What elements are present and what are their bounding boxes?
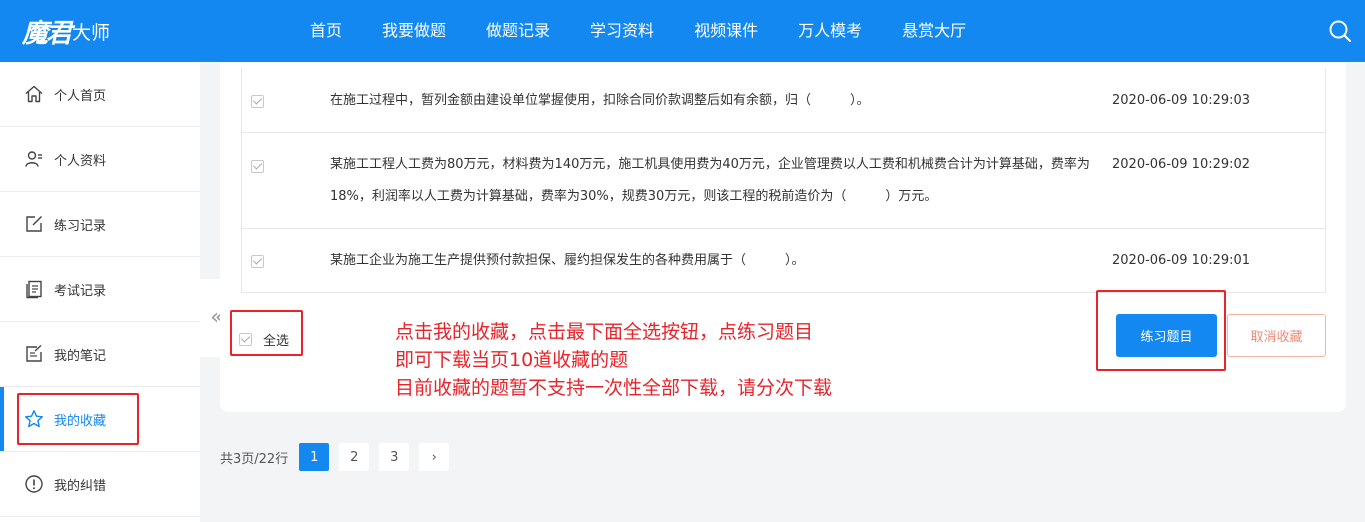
annotation-line: 目前收藏的题暂不支持一次性全部下载，请分次下载 <box>395 377 833 399</box>
nav-home[interactable]: 首页 <box>290 0 362 62</box>
page-button-1[interactable]: 1 <box>299 443 330 471</box>
sidebar-item-practice-records[interactable]: 练习记录 <box>0 192 200 257</box>
favorite-time: 2020-06-09 10:29:01 <box>1112 253 1251 268</box>
select-all-box[interactable] <box>239 333 252 346</box>
cancel-favorite-button[interactable]: 取消收藏 <box>1227 314 1326 357</box>
main-nav: 首页 我要做题 做题记录 学习资料 视频课件 万人模考 悬赏大厅 <box>290 0 986 62</box>
nav-bounty-hall[interactable]: 悬赏大厅 <box>882 0 986 62</box>
nav-video-courses[interactable]: 视频课件 <box>674 0 778 62</box>
question-text[interactable]: 某施工工程人工费为80万元，材料费为140万元，施工机具使用费为40万元，企业管… <box>330 149 1090 213</box>
favorite-time: 2020-06-09 10:29:03 <box>1112 93 1251 108</box>
sidebar-item-profile[interactable]: 个人资料 <box>0 127 200 192</box>
star-icon <box>24 409 44 429</box>
table-row: 某施工工程人工费为80万元，材料费为140万元，施工机具使用费为40万元，企业管… <box>242 133 1325 229</box>
practice-questions-button[interactable]: 练习题目 <box>1116 314 1217 357</box>
logo-brush-text: 魔君 <box>22 18 72 49</box>
sidebar-item-label: 我的笔记 <box>54 348 107 364</box>
nav-mock-exam[interactable]: 万人模考 <box>778 0 882 62</box>
sidebar-item-label: 个人首页 <box>54 88 107 104</box>
annotation-text: 点击我的收藏，点击最下面全选按钮，点练习题目 即可下载当页10道收藏的题 目前收… <box>395 318 832 402</box>
sidebar-item-label: 练习记录 <box>54 218 107 234</box>
user-profile-icon <box>24 149 44 169</box>
alert-circle-icon <box>24 474 44 494</box>
question-text[interactable]: 在施工过程中，暂列金额由建设单位掌握使用，扣除合同价款调整后如有余额，归（ ）。 <box>330 85 1090 117</box>
table-row: 某施工企业为施工生产提供预付款担保、履约担保发生的各种费用属于（ ）。 2020… <box>242 229 1325 293</box>
sidebar-item-label: 我的纠错 <box>54 478 107 494</box>
sidebar-item-favorites[interactable]: 我的收藏 <box>0 387 200 452</box>
sidebar-item-home[interactable]: 个人首页 <box>0 62 200 127</box>
logo[interactable]: 魔君 大师 <box>22 14 111 49</box>
sidebar-item-label: 考试记录 <box>54 283 107 299</box>
home-icon <box>24 84 44 104</box>
select-all-label: 全选 <box>263 334 290 349</box>
note-icon <box>24 344 44 364</box>
nav-question-records[interactable]: 做题记录 <box>466 0 570 62</box>
double-chevron-left-icon: « <box>210 305 224 330</box>
document-icon <box>24 279 44 299</box>
row-checkbox[interactable] <box>251 95 264 108</box>
top-header: 魔君 大师 首页 我要做题 做题记录 学习资料 视频课件 万人模考 悬赏大厅 <box>0 0 1365 62</box>
question-text[interactable]: 某施工企业为施工生产提供预付款担保、履约担保发生的各种费用属于（ ）。 <box>330 245 1090 277</box>
search-icon[interactable] <box>1328 19 1352 43</box>
sidebar-item-corrections[interactable]: 我的纠错 <box>0 452 200 517</box>
annotation-line: 点击我的收藏，点击最下面全选按钮，点练习题目 <box>395 321 814 343</box>
sidebar: 个人首页 个人资料 练习记录 考试记录 我的笔记 我的收藏 我的纠错 <box>0 62 200 522</box>
sidebar-item-exam-records[interactable]: 考试记录 <box>0 257 200 322</box>
nav-do-questions[interactable]: 我要做题 <box>362 0 466 62</box>
sidebar-item-label: 个人资料 <box>54 153 107 169</box>
pagination: 共3页/22行 1 2 3 › <box>220 443 459 471</box>
next-page-chevron-icon[interactable]: › <box>419 443 450 471</box>
favorite-time: 2020-06-09 10:29:02 <box>1112 157 1251 172</box>
row-checkbox[interactable] <box>251 255 264 268</box>
page-button-3[interactable]: 3 <box>379 443 410 471</box>
select-all-checkbox[interactable]: 全选 <box>239 330 289 349</box>
row-checkbox[interactable] <box>251 160 264 173</box>
sidebar-item-label: 我的收藏 <box>54 413 107 429</box>
favorites-table: 在施工过程中，暂列金额由建设单位掌握使用，扣除合同价款调整后如有余额，归（ ）。… <box>241 68 1326 293</box>
table-row: 在施工过程中，暂列金额由建设单位掌握使用，扣除合同价款调整后如有余额，归（ ）。… <box>242 68 1325 133</box>
edit-square-icon <box>24 214 44 234</box>
pagination-total: 共3页/22行 <box>220 451 289 467</box>
logo-text: 大师 <box>72 21 111 44</box>
sidebar-item-notes[interactable]: 我的笔记 <box>0 322 200 387</box>
nav-study-materials[interactable]: 学习资料 <box>570 0 674 62</box>
annotation-line: 即可下载当页10道收藏的题 <box>395 349 629 371</box>
page-button-2[interactable]: 2 <box>339 443 370 471</box>
